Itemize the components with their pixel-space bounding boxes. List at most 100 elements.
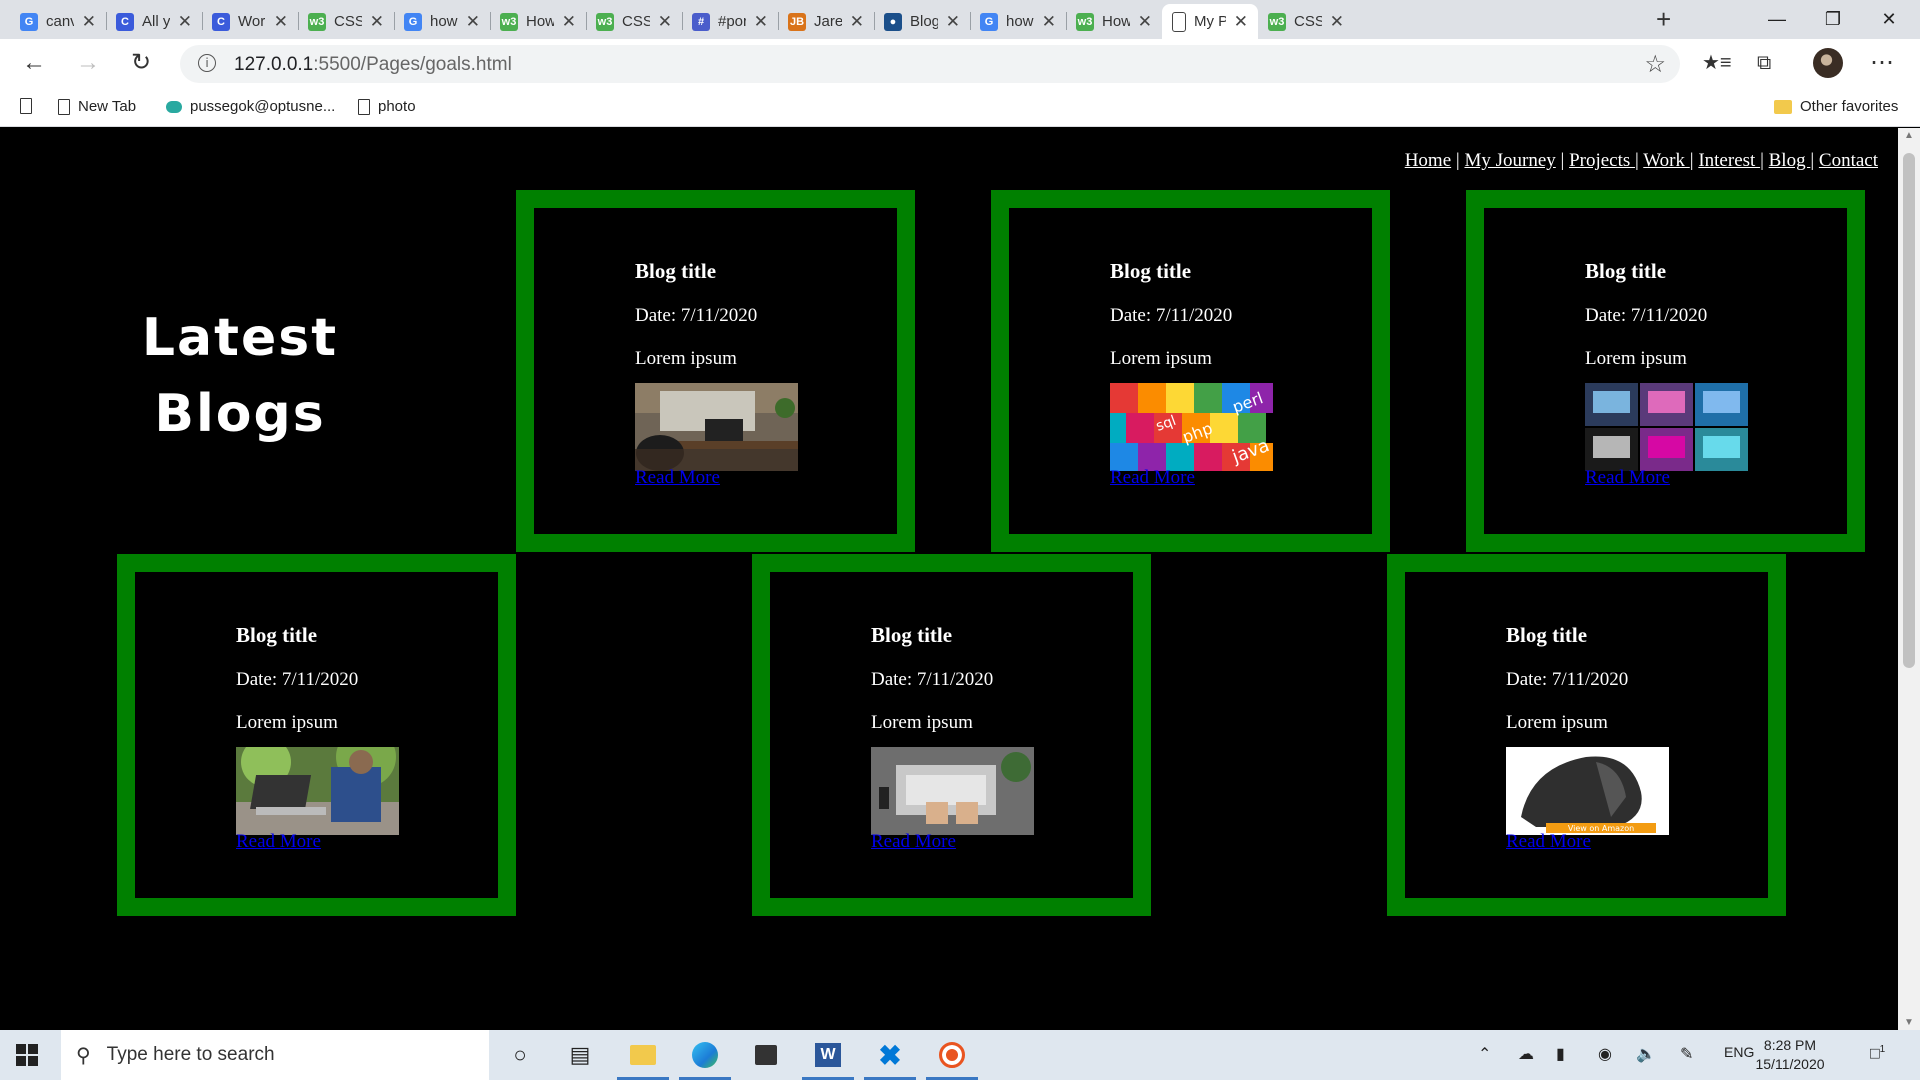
pen-icon[interactable]: ✎ xyxy=(1680,1044,1693,1064)
profile-avatar[interactable] xyxy=(1813,48,1843,78)
maximize-button[interactable]: ❐ xyxy=(1810,4,1856,34)
clock[interactable]: 8:28 PM 15/11/2020 xyxy=(1740,1036,1840,1074)
url-text[interactable]: 127.0.0.1:5500/Pages/goals.html xyxy=(234,54,512,76)
close-icon[interactable]: ✕ xyxy=(1138,12,1152,32)
browser-tab[interactable]: Ghow ✕ xyxy=(970,4,1066,39)
favorites-icon[interactable]: ★≡ xyxy=(1702,50,1732,76)
nav-link[interactable]: My Journey xyxy=(1464,150,1555,171)
laptop-outdoor-photo xyxy=(236,747,399,835)
windows-start-icon[interactable] xyxy=(16,1044,38,1066)
nav-link[interactable]: Projects xyxy=(1569,150,1635,171)
nav-link[interactable]: Interest xyxy=(1698,150,1760,171)
wifi-icon[interactable]: ◉ xyxy=(1598,1044,1612,1064)
blog-card-content: Blog title Date: 7/11/2020 Lorem ipsum sql p… xyxy=(1110,258,1273,489)
w3schools-icon: w3 xyxy=(1268,12,1286,31)
taskbar-search[interactable]: ⚲ Type here to search xyxy=(61,1030,489,1080)
browser-tab[interactable]: C Work ✕ xyxy=(202,4,298,39)
c-icon: C xyxy=(212,12,230,31)
close-icon[interactable]: ✕ xyxy=(562,12,576,32)
close-icon[interactable]: ✕ xyxy=(466,12,480,32)
notifications-icon[interactable]: □1 xyxy=(1870,1044,1885,1063)
close-icon[interactable]: ✕ xyxy=(1042,12,1056,32)
browser-tab[interactable]: ● Blog ✕ xyxy=(874,4,970,39)
w3schools-icon: w3 xyxy=(596,12,614,31)
blog-card: Blog title Date: 7/11/2020 Lorem ipsum Read… xyxy=(516,190,915,552)
word-icon[interactable]: W xyxy=(802,1038,854,1080)
close-icon[interactable]: ✕ xyxy=(850,12,864,32)
scroll-down-arrow-icon[interactable]: ▼ xyxy=(1904,1017,1914,1028)
discussion-icon: # xyxy=(692,12,710,31)
nav-link[interactable]: Work xyxy=(1643,150,1690,171)
globe-icon: ● xyxy=(884,12,902,31)
browser-tab[interactable]: # #port ✕ xyxy=(682,4,778,39)
browser-tab[interactable]: My P ✕ xyxy=(1162,4,1258,39)
google-icon: G xyxy=(980,12,998,31)
w3schools-icon: w3 xyxy=(308,12,326,31)
site-info-icon[interactable]: i xyxy=(198,54,216,72)
show-hidden-icons-chevron-up-icon[interactable]: ⌃ xyxy=(1478,1044,1491,1064)
w3schools-icon: w3 xyxy=(1076,12,1094,31)
file-explorer-icon[interactable] xyxy=(617,1038,669,1080)
browser-tab[interactable]: w3 How ✕ xyxy=(490,4,586,39)
more-menu-icon[interactable]: ⋯ xyxy=(1870,50,1894,76)
close-window-button[interactable]: ✕ xyxy=(1866,4,1912,34)
close-icon[interactable]: ✕ xyxy=(82,12,96,32)
close-icon[interactable]: ✕ xyxy=(274,12,288,32)
forward-arrow-icon[interactable]: → xyxy=(76,50,100,76)
blog-title: Blog title xyxy=(1110,259,1192,283)
browser-tab[interactable]: w3 CSS3 ✕ xyxy=(1258,4,1354,39)
blog-card-content: Blog title Date: 7/11/2020 Lorem ipsum Read… xyxy=(635,258,798,489)
blog-excerpt: Lorem ipsum xyxy=(1110,348,1212,369)
other-favorites[interactable]: Other favorites xyxy=(1774,98,1898,115)
bookmark-photo[interactable]: photo xyxy=(358,98,416,115)
cortana-icon[interactable]: ○ xyxy=(500,1038,540,1072)
close-icon[interactable]: ✕ xyxy=(178,12,192,32)
nav-link[interactable]: Home xyxy=(1405,150,1451,171)
tab-title: #port xyxy=(718,13,746,30)
close-icon[interactable]: ✕ xyxy=(370,12,384,32)
volume-icon[interactable]: 🔈 xyxy=(1636,1044,1656,1064)
browser-tab[interactable]: JB Jared ✕ xyxy=(778,4,874,39)
tab-title: Work xyxy=(238,13,266,30)
blog-card-content: Blog title Date: 7/11/2020 Lorem ipsum View… xyxy=(1506,622,1669,853)
battery-icon[interactable]: ▮ xyxy=(1556,1044,1565,1064)
address-bar[interactable]: i 127.0.0.1:5500/Pages/goals.html ☆ xyxy=(180,45,1680,83)
close-icon[interactable]: ✕ xyxy=(946,12,960,32)
laptop-typing-photo xyxy=(871,747,1034,835)
page-scrollbar[interactable]: ▲ ▼ xyxy=(1898,128,1920,1030)
back-arrow-icon[interactable]: ← xyxy=(22,50,46,76)
vscode-icon[interactable]: ✖ xyxy=(864,1038,916,1080)
store-icon[interactable] xyxy=(746,1038,786,1072)
minimize-button[interactable]: — xyxy=(1754,4,1800,34)
edge-browser-icon[interactable] xyxy=(679,1038,731,1080)
task-view-icon[interactable]: ▤ xyxy=(560,1038,600,1072)
scroll-thumb[interactable] xyxy=(1903,153,1915,668)
blog-date: Date: 7/11/2020 xyxy=(871,669,994,690)
close-icon[interactable]: ✕ xyxy=(754,12,768,32)
browser-tab[interactable]: Ghow t ✕ xyxy=(394,4,490,39)
close-icon[interactable]: ✕ xyxy=(1330,12,1344,32)
close-icon[interactable]: ✕ xyxy=(658,12,672,32)
favorite-star-icon[interactable]: ☆ xyxy=(1644,50,1666,79)
bookmark-new-tab[interactable]: New Tab xyxy=(58,98,136,115)
browser-tab[interactable]: Gcanva ✕ xyxy=(10,4,106,39)
ubuntu-icon[interactable] xyxy=(926,1038,978,1080)
close-icon[interactable]: ✕ xyxy=(1234,12,1248,32)
onedrive-icon[interactable]: ☁ xyxy=(1518,1044,1534,1064)
bookmark-email[interactable]: pussegok@optusne... xyxy=(166,98,335,115)
bookmark-page-icon[interactable] xyxy=(20,98,32,114)
browser-tab[interactable]: w3 CSS L ✕ xyxy=(298,4,394,39)
scroll-up-arrow-icon[interactable]: ▲ xyxy=(1904,130,1914,141)
browser-tab[interactable]: w3 How ✕ xyxy=(1066,4,1162,39)
nav-link[interactable]: Contact xyxy=(1819,150,1878,171)
reload-icon[interactable]: ↻ xyxy=(131,50,151,76)
new-tab-button[interactable]: + xyxy=(1656,4,1671,34)
collections-icon[interactable]: ⧉ xyxy=(1757,50,1771,76)
search-icon: ⚲ xyxy=(76,1044,91,1067)
tab-title: Jared xyxy=(814,13,842,30)
browser-tab[interactable]: w3 CSS a ✕ xyxy=(586,4,682,39)
laptop-desk-photo xyxy=(635,383,798,471)
browser-tab[interactable]: C All yo ✕ xyxy=(106,4,202,39)
nav-link[interactable]: Blog xyxy=(1769,150,1811,171)
url-path: :5500/Pages/goals.html xyxy=(313,54,512,75)
